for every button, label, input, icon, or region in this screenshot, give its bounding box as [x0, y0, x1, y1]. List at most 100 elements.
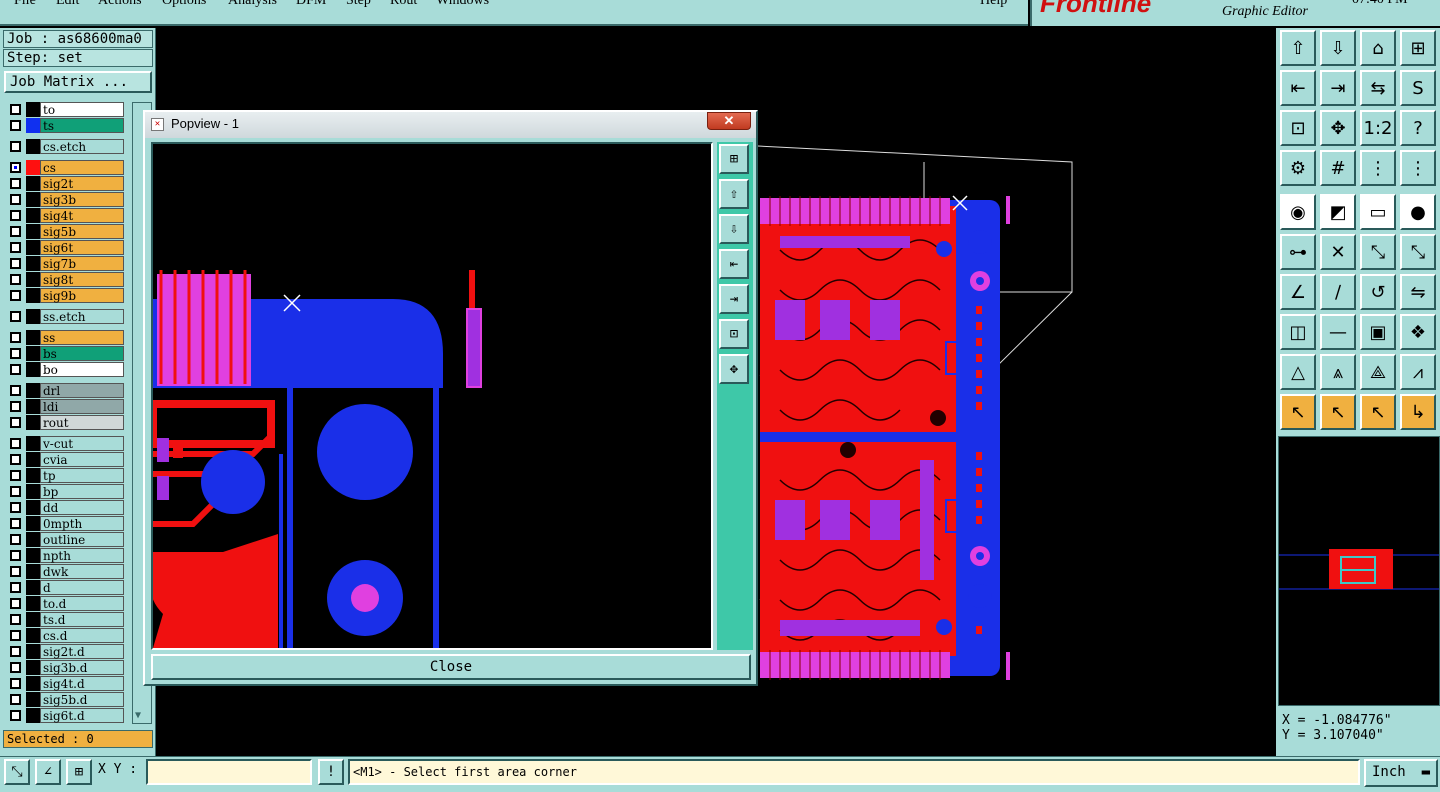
layer-row[interactable]: sig4t.d: [4, 676, 128, 691]
layer-color-swatch[interactable]: [26, 484, 40, 499]
layer-row[interactable]: sig2t: [4, 176, 128, 191]
menu-actions[interactable]: Actions: [98, 0, 142, 9]
layer-name[interactable]: bo: [40, 362, 124, 377]
layer-color-swatch[interactable]: [26, 548, 40, 563]
layer-checkbox[interactable]: [10, 226, 21, 237]
popview-titlebar[interactable]: Popview - 1: [145, 112, 756, 138]
layer-row[interactable]: d: [4, 580, 128, 595]
layer-name[interactable]: cvia: [40, 452, 124, 467]
layer-row[interactable]: sig5b: [4, 224, 128, 239]
layer-row[interactable]: npth: [4, 548, 128, 563]
layer-name[interactable]: ts.d: [40, 612, 124, 627]
layer-name[interactable]: ts: [40, 118, 124, 133]
layer-name[interactable]: sig2t: [40, 176, 124, 191]
layer-row[interactable]: ldi: [4, 399, 128, 414]
fit-icon[interactable]: ⊡: [1280, 110, 1316, 146]
menu-dfm[interactable]: DFM: [296, 0, 326, 9]
layer-color-swatch[interactable]: [26, 240, 40, 255]
layer-checkbox[interactable]: [10, 417, 21, 428]
cross-icon[interactable]: ✕: [1320, 234, 1356, 270]
layer-name[interactable]: sig3b: [40, 192, 124, 207]
layer-name[interactable]: ss: [40, 330, 124, 345]
layer-name[interactable]: sig5b.d: [40, 692, 124, 707]
layer-checkbox[interactable]: [10, 518, 21, 529]
route2-icon[interactable]: ⤡: [1400, 234, 1436, 270]
layer-color-swatch[interactable]: [26, 399, 40, 414]
xy-input[interactable]: [146, 759, 312, 785]
connect-icon[interactable]: ↳: [1400, 394, 1436, 430]
layer-color-swatch[interactable]: [26, 596, 40, 611]
layer-name[interactable]: sig2t.d: [40, 644, 124, 659]
line-icon[interactable]: ∕: [1320, 274, 1356, 310]
layer-checkbox[interactable]: [10, 598, 21, 609]
layer-color-swatch[interactable]: [26, 383, 40, 398]
layer-bottom-icon[interactable]: ⇩: [719, 214, 749, 244]
units-select[interactable]: Inch ▬: [1364, 759, 1438, 787]
cluster-icon[interactable]: ❖: [1400, 314, 1436, 350]
layer-color-swatch[interactable]: [26, 256, 40, 271]
layer-name[interactable]: v-cut: [40, 436, 124, 451]
layer-name[interactable]: sig6t.d: [40, 708, 124, 723]
layer-row[interactable]: ss.etch: [4, 309, 128, 324]
layer-name[interactable]: dd: [40, 500, 124, 515]
layer-color-swatch[interactable]: [26, 330, 40, 345]
layer-row[interactable]: sig3b: [4, 192, 128, 207]
tools-icon[interactable]: ⚙: [1280, 150, 1316, 186]
layer-checkbox[interactable]: [10, 120, 21, 131]
layer-color-swatch[interactable]: [26, 224, 40, 239]
layer-checkbox[interactable]: [10, 582, 21, 593]
layer-color-swatch[interactable]: [26, 192, 40, 207]
layer-row[interactable]: sig5b.d: [4, 692, 128, 707]
fit-all-icon[interactable]: ✥: [1320, 110, 1356, 146]
menu-analysis[interactable]: Analysis: [228, 0, 277, 9]
layer-checkbox[interactable]: [10, 210, 21, 221]
layer-name[interactable]: ss.etch: [40, 309, 124, 324]
layer-color-swatch[interactable]: [26, 362, 40, 377]
layer-top-icon[interactable]: ⇧: [719, 179, 749, 209]
layer-color-swatch[interactable]: [26, 415, 40, 430]
layer-checkbox[interactable]: [10, 194, 21, 205]
layer-color-swatch[interactable]: [26, 516, 40, 531]
layer-name[interactable]: dwk: [40, 564, 124, 579]
layer-name[interactable]: cs.etch: [40, 139, 124, 154]
layer-name[interactable]: cs.d: [40, 628, 124, 643]
layer-name[interactable]: outline: [40, 532, 124, 547]
scroll-down-icon[interactable]: ▼: [135, 710, 141, 721]
layer-color-swatch[interactable]: [26, 436, 40, 451]
draw-icon[interactable]: ◩: [1320, 194, 1356, 230]
layer-checkbox[interactable]: [10, 646, 21, 657]
menu-rout[interactable]: Rout: [390, 0, 417, 9]
layer-row[interactable]: sig8t: [4, 272, 128, 287]
angle-icon[interactable]: ∠: [1280, 274, 1316, 310]
layer-checkbox[interactable]: [10, 534, 21, 545]
layer-name[interactable]: rout: [40, 415, 124, 430]
layer-checkbox[interactable]: [10, 502, 21, 513]
layer-row[interactable]: ts: [4, 118, 128, 133]
layer-row[interactable]: sig4t: [4, 208, 128, 223]
layer-row[interactable]: sig9b: [4, 288, 128, 303]
flip-icon[interactable]: ⇋: [1400, 274, 1436, 310]
layer-name[interactable]: drl: [40, 383, 124, 398]
layer-name[interactable]: sig7b: [40, 256, 124, 271]
layer-color-swatch[interactable]: [26, 176, 40, 191]
layer-checkbox[interactable]: [10, 290, 21, 301]
layer-checkbox[interactable]: [10, 364, 21, 375]
layer-row[interactable]: bp: [4, 484, 128, 499]
layer-color-swatch[interactable]: [26, 118, 40, 133]
layer-row[interactable]: to: [4, 102, 128, 117]
tri3-icon[interactable]: ⟁: [1360, 354, 1396, 390]
layer-row[interactable]: ts.d: [4, 612, 128, 627]
tri4-icon[interactable]: ⩘: [1400, 354, 1436, 390]
window-icon[interactable]: ⊞: [1400, 30, 1436, 66]
menu-windows[interactable]: Windows: [436, 0, 489, 9]
layer-color-swatch[interactable]: [26, 208, 40, 223]
layer-name[interactable]: tp: [40, 468, 124, 483]
layer-color-swatch[interactable]: [26, 288, 40, 303]
layer-checkbox[interactable]: [10, 630, 21, 641]
layer-name[interactable]: sig9b: [40, 288, 124, 303]
zoom-next-icon[interactable]: ⇥: [1320, 70, 1356, 106]
layer-color-swatch[interactable]: [26, 346, 40, 361]
layer-row[interactable]: sig6t: [4, 240, 128, 255]
layer-checkbox[interactable]: [10, 470, 21, 481]
layer-row[interactable]: cs.etch: [4, 139, 128, 154]
